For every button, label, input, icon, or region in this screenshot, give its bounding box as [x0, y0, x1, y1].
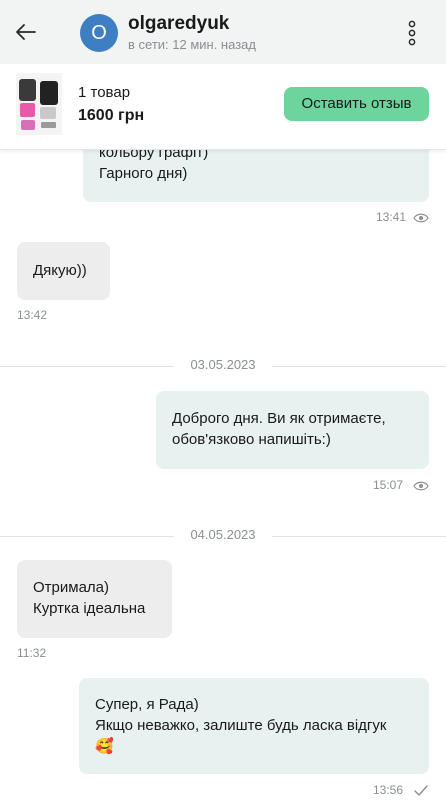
message-text: обов'язково напишіть:) — [172, 431, 331, 448]
chat-username[interactable]: olgaredyuk — [128, 13, 229, 35]
online-status: в сети: 12 мин. назад — [128, 37, 256, 52]
kebab-menu-icon[interactable] — [402, 20, 422, 46]
message-text: кольору графіт) — [99, 150, 209, 161]
message-time: 13:42 — [17, 308, 48, 322]
message-time: 13:41 — [376, 210, 407, 224]
message-emoji: 🥰 — [95, 738, 114, 755]
message-text: Гарного дня) — [99, 165, 188, 182]
eye-icon — [413, 211, 429, 223]
eye-icon — [413, 479, 429, 491]
date-separator: 04.05.2023 — [0, 527, 446, 545]
product-thumbnail[interactable] — [16, 73, 62, 135]
message-bubble-incoming[interactable]: Отримала) Куртка ідеальна — [17, 560, 172, 638]
message-time: 13:56 — [373, 783, 404, 797]
message-bubble-outgoing[interactable]: Доброго дня. Ви як отримаєте, обов'язков… — [156, 391, 429, 469]
message-bubble-incoming[interactable]: Дякую)) — [17, 242, 110, 300]
date-label: 03.05.2023 — [182, 357, 264, 372]
date-label: 04.05.2023 — [182, 527, 264, 542]
message-text: Якщо неважко, залиште будь ласка відгук — [95, 717, 387, 734]
product-bar: 1 товар 1600 грн Оставить отзыв — [0, 64, 446, 150]
message-time: 11:32 — [17, 646, 47, 660]
message-text: Доброго дня. Ви як отримаєте, — [172, 410, 386, 427]
back-arrow-icon[interactable] — [14, 20, 38, 44]
chat-header: O olgaredyuk в сети: 12 мин. назад — [0, 0, 446, 64]
message-text: Отримала) — [33, 579, 110, 596]
product-price: 1600 грн — [78, 107, 145, 124]
leave-review-button[interactable]: Оставить отзыв — [284, 87, 429, 121]
product-items-count: 1 товар — [78, 84, 131, 101]
checkmark-icon — [414, 784, 430, 796]
message-text: Супер, я Рада) — [95, 696, 199, 713]
message-bubble-outgoing[interactable]: кольору графіт) Гарного дня) — [83, 150, 429, 202]
message-bubble-outgoing[interactable]: Супер, я Рада) Якщо неважко, залиште буд… — [79, 678, 429, 774]
avatar[interactable]: O — [80, 14, 118, 52]
message-time: 15:07 — [373, 478, 404, 492]
date-separator: 03.05.2023 — [0, 357, 446, 375]
message-list[interactable]: кольору графіт) Гарного дня) 13:41 Дякую… — [0, 150, 446, 800]
message-text: Дякую)) — [33, 262, 87, 279]
message-text: Куртка ідеальна — [33, 600, 146, 617]
